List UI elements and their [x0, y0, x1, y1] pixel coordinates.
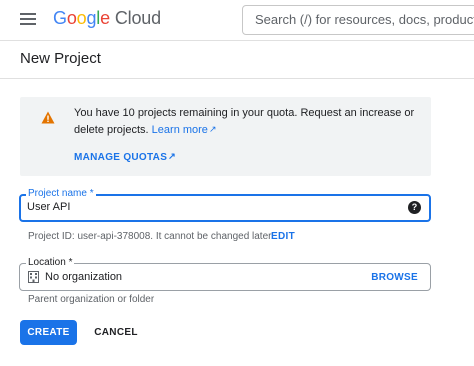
location-label: Location * — [26, 257, 75, 268]
quota-banner: You have 10 projects remaining in your q… — [20, 97, 431, 176]
project-name-value[interactable]: User API — [27, 201, 70, 213]
location-field[interactable]: No organization BROWSE — [19, 263, 431, 291]
header-divider — [0, 40, 474, 41]
page-title: New Project — [20, 50, 101, 67]
create-button[interactable]: CREATE — [20, 320, 77, 345]
external-link-icon: ↗ — [168, 151, 177, 161]
manage-quotas-link[interactable]: MANAGE QUOTAS↗ — [74, 151, 176, 163]
location-value: No organization — [45, 271, 123, 283]
title-divider — [0, 78, 474, 79]
location-helper-text: Parent organization or folder — [28, 294, 155, 305]
google-cloud-logo[interactable]: Google Cloud — [53, 8, 161, 29]
help-icon[interactable]: ? — [408, 201, 421, 214]
building-icon — [28, 271, 39, 283]
project-name-label: Project name * — [26, 188, 96, 199]
learn-more-link[interactable]: Learn more — [152, 124, 208, 136]
quota-message: You have 10 projects remaining in your q… — [74, 107, 415, 136]
browse-button[interactable]: BROWSE — [371, 272, 418, 283]
project-id-text: Project ID: user-api-378008. It cannot b… — [28, 231, 274, 242]
external-link-icon: ↗ — [208, 124, 217, 134]
menu-icon[interactable] — [20, 13, 36, 25]
edit-project-id-button[interactable]: EDIT — [271, 231, 295, 242]
cancel-button[interactable]: CANCEL — [88, 320, 144, 345]
top-bar: Google Cloud Search (/) for resources, do… — [0, 0, 474, 40]
search-input[interactable]: Search (/) for resources, docs, products… — [242, 5, 474, 35]
warning-icon — [41, 111, 55, 124]
